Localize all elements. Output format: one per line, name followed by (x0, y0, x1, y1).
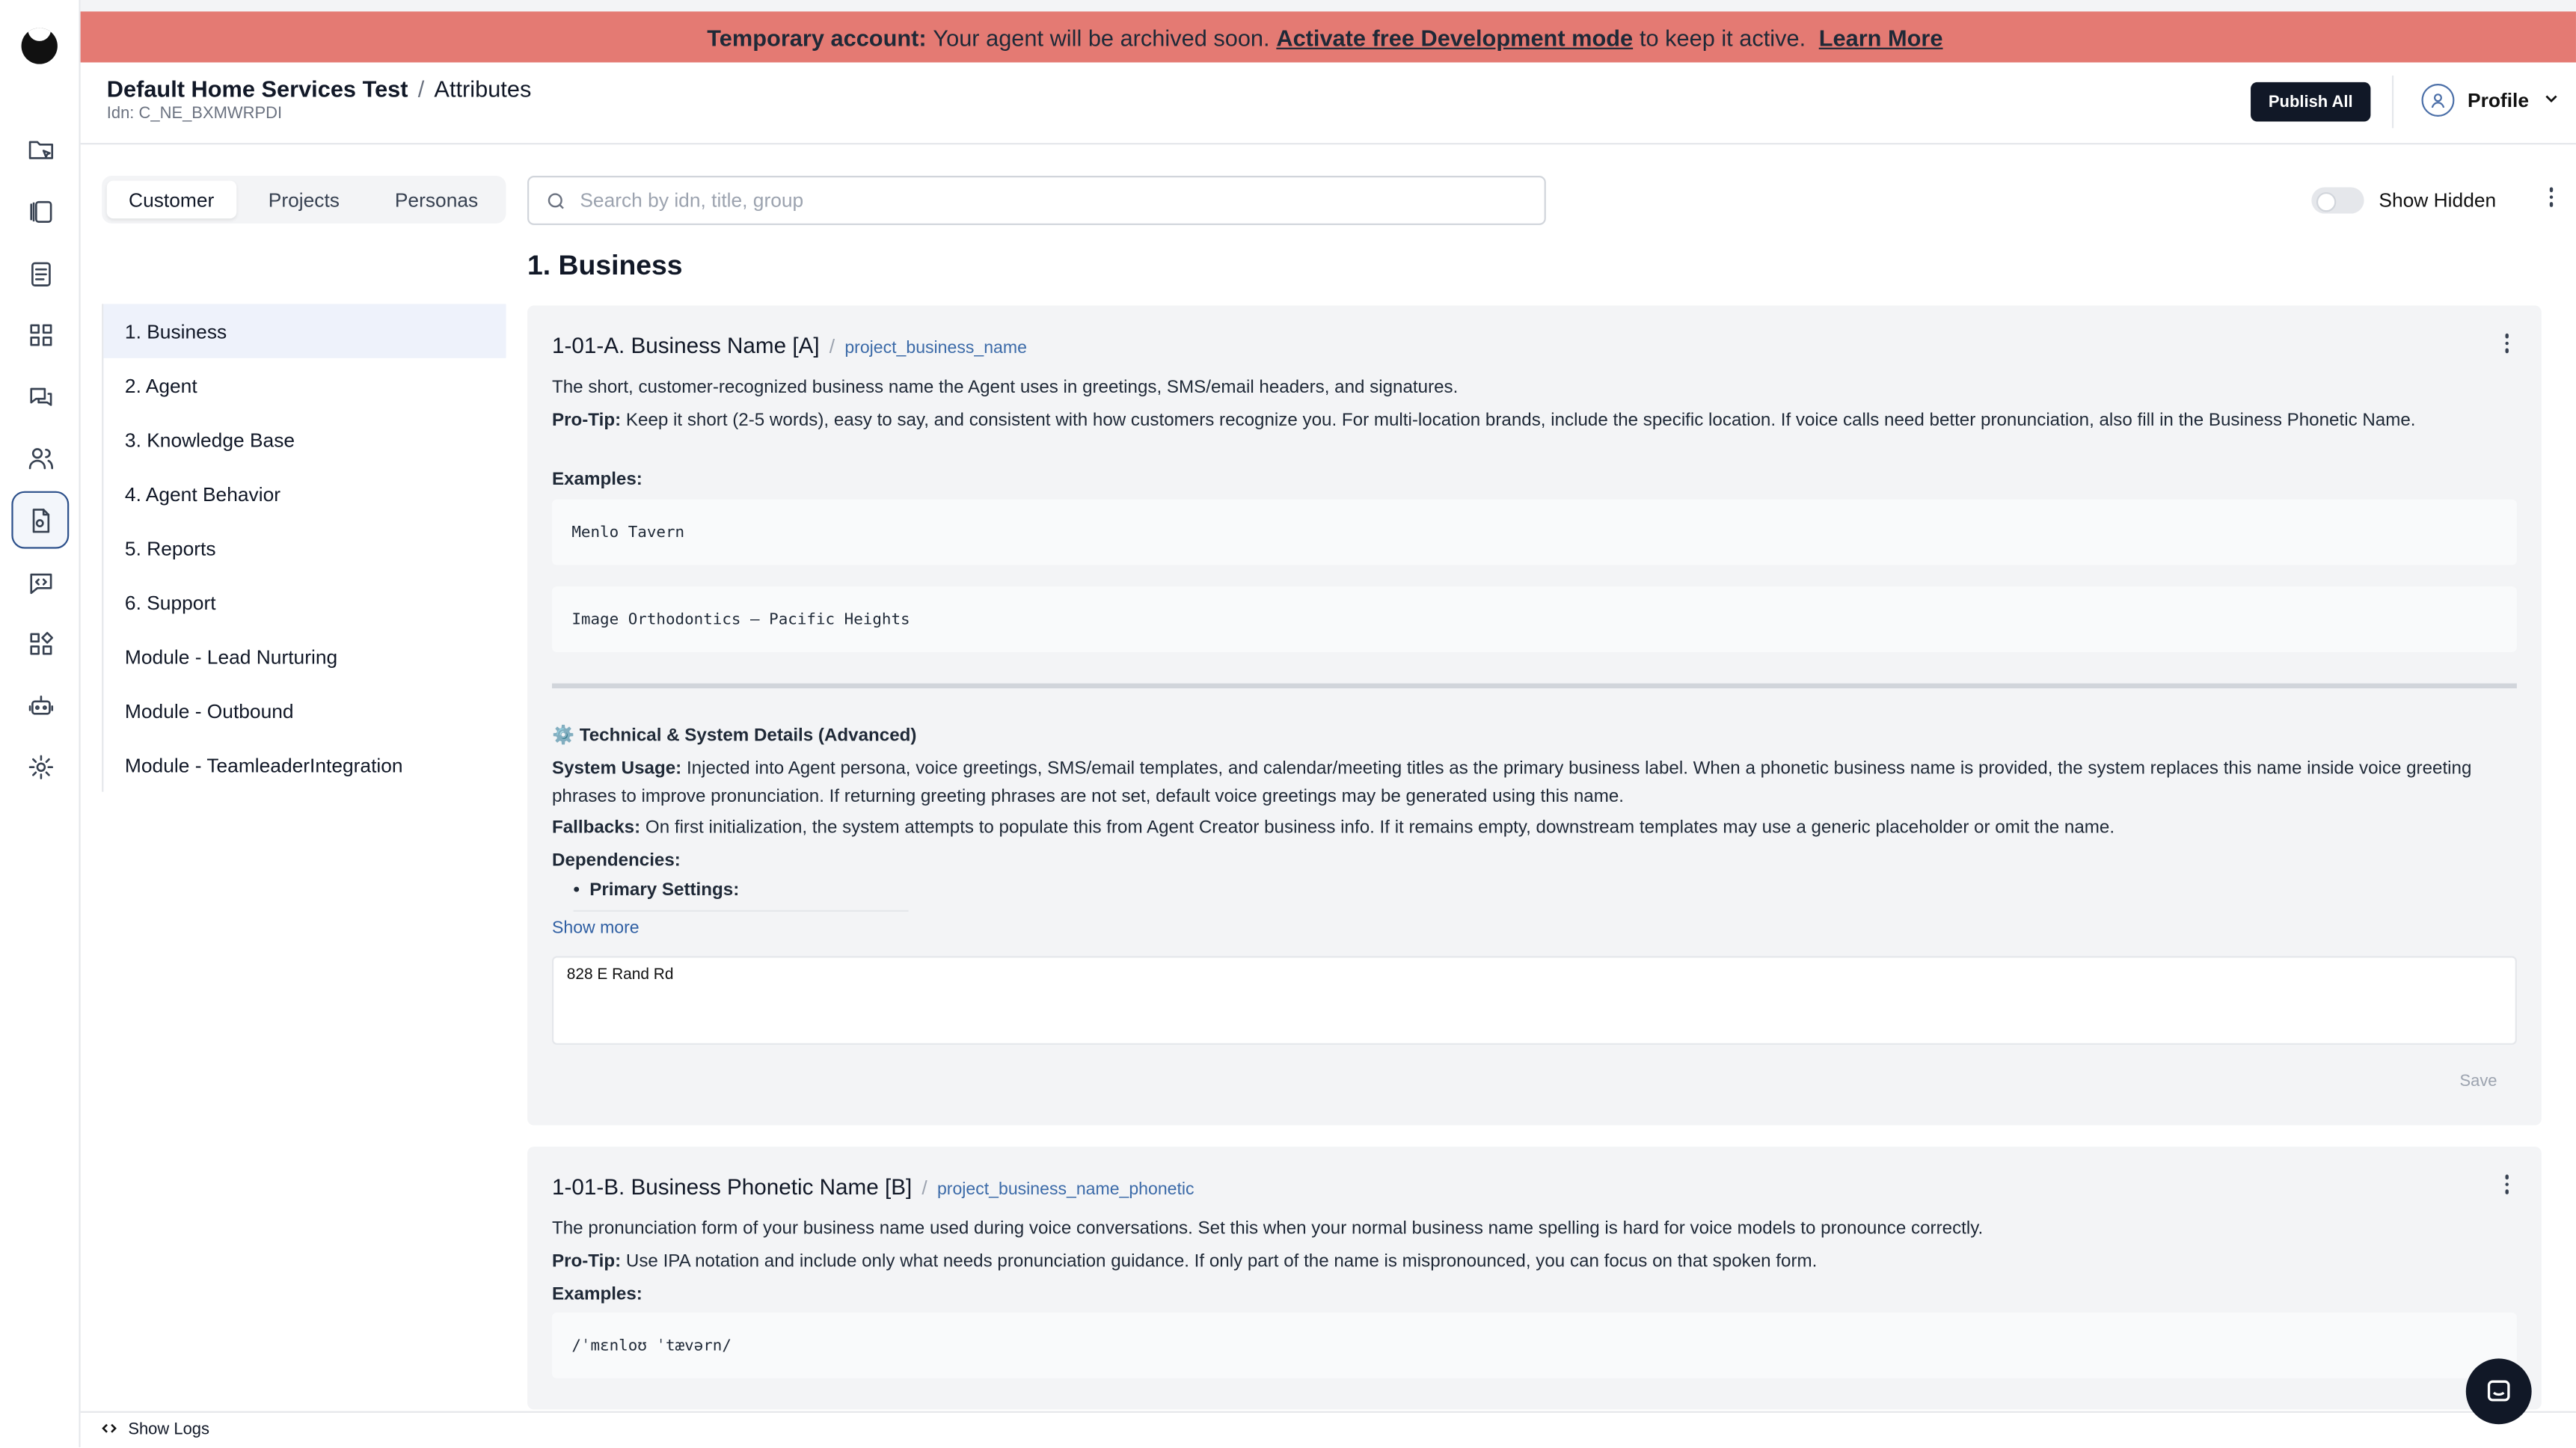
chat-bubbles-icon[interactable] (16, 373, 66, 423)
sidebar-item-support[interactable]: 6. Support (103, 575, 506, 629)
show-hidden-toggle[interactable] (2311, 187, 2364, 214)
breadcrumb-root[interactable]: Default Home Services Test (107, 76, 408, 102)
breadcrumb: Default Home Services Test / Attributes (107, 76, 532, 102)
logs-footer[interactable]: Show Logs (80, 1411, 2576, 1448)
show-logs-label: Show Logs (128, 1420, 210, 1440)
section-title: 1. Business (527, 249, 683, 281)
attribute-key[interactable]: project_business_name_phonetic (937, 1179, 1195, 1199)
fallbacks-label: Fallbacks: (551, 817, 641, 838)
section-divider (551, 683, 2517, 689)
columns-icon[interactable] (16, 187, 66, 236)
logo[interactable] (21, 28, 58, 64)
header-divider (2391, 76, 2394, 129)
protip-label: Pro-Tip: (551, 1251, 622, 1272)
attribute-card-business-name: 1-01-A. Business Name [A] / project_busi… (527, 305, 2542, 1126)
card-menu-icon[interactable] (2494, 330, 2520, 356)
widgets-icon[interactable] (16, 619, 66, 669)
entity-tabs: Customer Projects Personas (102, 176, 506, 224)
top-strip (80, 0, 2576, 12)
icon-rail (0, 0, 81, 1448)
attribute-title: 1-01-B. Business Phonetic Name [B] / pro… (552, 1174, 1195, 1199)
protip-text: Keep it short (2-5 words), easy to say, … (625, 411, 2416, 431)
more-options-icon[interactable] (2538, 184, 2564, 210)
temporary-account-banner: Temporary account: Your agent will be ar… (80, 11, 2576, 63)
attribute-description: The pronunciation form of your business … (551, 1218, 1984, 1239)
system-usage-label: System Usage: (551, 758, 682, 779)
fade-line (573, 909, 909, 912)
attribute-protip: Pro-Tip: Use IPA notation and include on… (552, 1248, 2517, 1275)
fallbacks-text: On first initialization, the system atte… (645, 817, 2115, 838)
examples-label: Examples: (551, 1284, 643, 1304)
sidebar-item-agent-behavior[interactable]: 4. Agent Behavior (103, 467, 506, 521)
system-usage: System Usage: Injected into Agent person… (552, 755, 2517, 809)
banner-message: Your agent will be archived soon. (933, 23, 1270, 50)
user-icon (2421, 84, 2455, 117)
publish-all-button[interactable]: Publish All (2251, 82, 2371, 122)
profile-menu[interactable]: Profile (2421, 84, 2561, 117)
dependencies-label: Dependencies: (551, 850, 681, 871)
grid-icon[interactable] (16, 310, 66, 360)
sidebar-item-business[interactable]: 1. Business (103, 304, 506, 358)
technical-details-title: ⚙️ Technical & System Details (Advanced) (551, 725, 917, 746)
search-icon (548, 192, 564, 209)
code-message-icon[interactable] (16, 559, 66, 608)
tab-customer[interactable]: Customer (106, 180, 236, 219)
page-header: Default Home Services Test / Attributes … (80, 62, 2576, 145)
banner-prefix: Temporary account: (707, 23, 927, 50)
examples-label: Examples: (551, 470, 643, 490)
chevron-down-icon (2542, 88, 2562, 113)
attribute-title-text: 1-01-A. Business Name [A] (551, 333, 820, 358)
search-placeholder: Search by idn, title, group (580, 188, 804, 212)
protip-label: Pro-Tip: (551, 411, 622, 431)
attribute-description: The short, customer-recognized business … (551, 378, 1459, 398)
profile-label: Profile (2467, 88, 2530, 112)
system-usage-text: Injected into Agent persona, voice greet… (551, 758, 2472, 806)
sidebar-item-lead-nurturing[interactable]: Module - Lead Nurturing (103, 629, 506, 683)
show-hidden-label: Show Hidden (2379, 188, 2497, 212)
attribute-protip: Pro-Tip: Keep it short (2-5 words), easy… (552, 408, 2517, 435)
chat-icon (2487, 1380, 2510, 1402)
show-more-link[interactable]: Show more (552, 918, 640, 938)
folder-cursor-icon[interactable] (16, 125, 66, 174)
document-icon[interactable] (16, 250, 66, 299)
sidebar-item-reports[interactable]: 5. Reports (103, 521, 506, 574)
attribute-title-text: 1-01-B. Business Phonetic Name [B] (551, 1174, 913, 1200)
code-icon (100, 1419, 118, 1442)
robot-icon[interactable] (16, 682, 66, 731)
example-box: /ˈmɛnloʊ ˈtævərn/ (551, 1312, 2517, 1378)
file-settings-icon[interactable] (11, 491, 70, 549)
example-box: Menlo Tavern (551, 499, 2517, 565)
learn-more-link[interactable]: Learn More (1819, 24, 1943, 50)
fallbacks: Fallbacks: On first initialization, the … (552, 814, 2517, 841)
sidebar-item-outbound[interactable]: Module - Outbound (103, 684, 506, 737)
users-icon[interactable] (16, 434, 66, 483)
section-nav: 1. Business 2. Agent 3. Knowledge Base 4… (102, 304, 506, 792)
attribute-value-input[interactable]: 828 E Rand Rd (551, 956, 2517, 1045)
primary-settings-item: Primary Settings: (574, 880, 739, 900)
tab-projects[interactable]: Projects (239, 181, 369, 219)
chat-launcher-button[interactable] (2465, 1358, 2532, 1425)
app-root: Temporary account: Your agent will be ar… (0, 0, 2576, 1448)
card-menu-icon[interactable] (2494, 1171, 2520, 1197)
save-button[interactable]: Save (2459, 1073, 2497, 1090)
tab-personas[interactable]: Personas (372, 181, 501, 219)
breadcrumb-current: Attributes (434, 76, 532, 102)
title-separator: / (921, 1176, 927, 1200)
search-input[interactable]: Search by idn, title, group (527, 176, 1546, 225)
attribute-title: 1-01-A. Business Name [A] / project_busi… (552, 334, 1027, 358)
attribute-key[interactable]: project_business_name (844, 338, 1027, 358)
attribute-card-business-phonetic-name: 1-01-B. Business Phonetic Name [B] / pro… (527, 1147, 2542, 1410)
gear-icon[interactable] (16, 743, 66, 792)
sidebar-item-knowledge-base[interactable]: 3. Knowledge Base (103, 412, 506, 466)
banner-suffix: to keep it active. (1639, 23, 1806, 50)
sidebar-item-agent[interactable]: 2. Agent (103, 358, 506, 412)
agent-idn: Idn: C_NE_BXMWRPDI (106, 105, 283, 123)
protip-text: Use IPA notation and include only what n… (625, 1251, 1818, 1272)
sidebar-item-teamleader-integration[interactable]: Module - TeamleaderIntegration (103, 737, 506, 791)
example-box: Image Orthodontics – Pacific Heights (551, 586, 2517, 652)
title-separator: / (829, 335, 835, 358)
activate-dev-mode-link[interactable]: Activate free Development mode (1276, 24, 1633, 50)
breadcrumb-separator: / (417, 76, 425, 102)
